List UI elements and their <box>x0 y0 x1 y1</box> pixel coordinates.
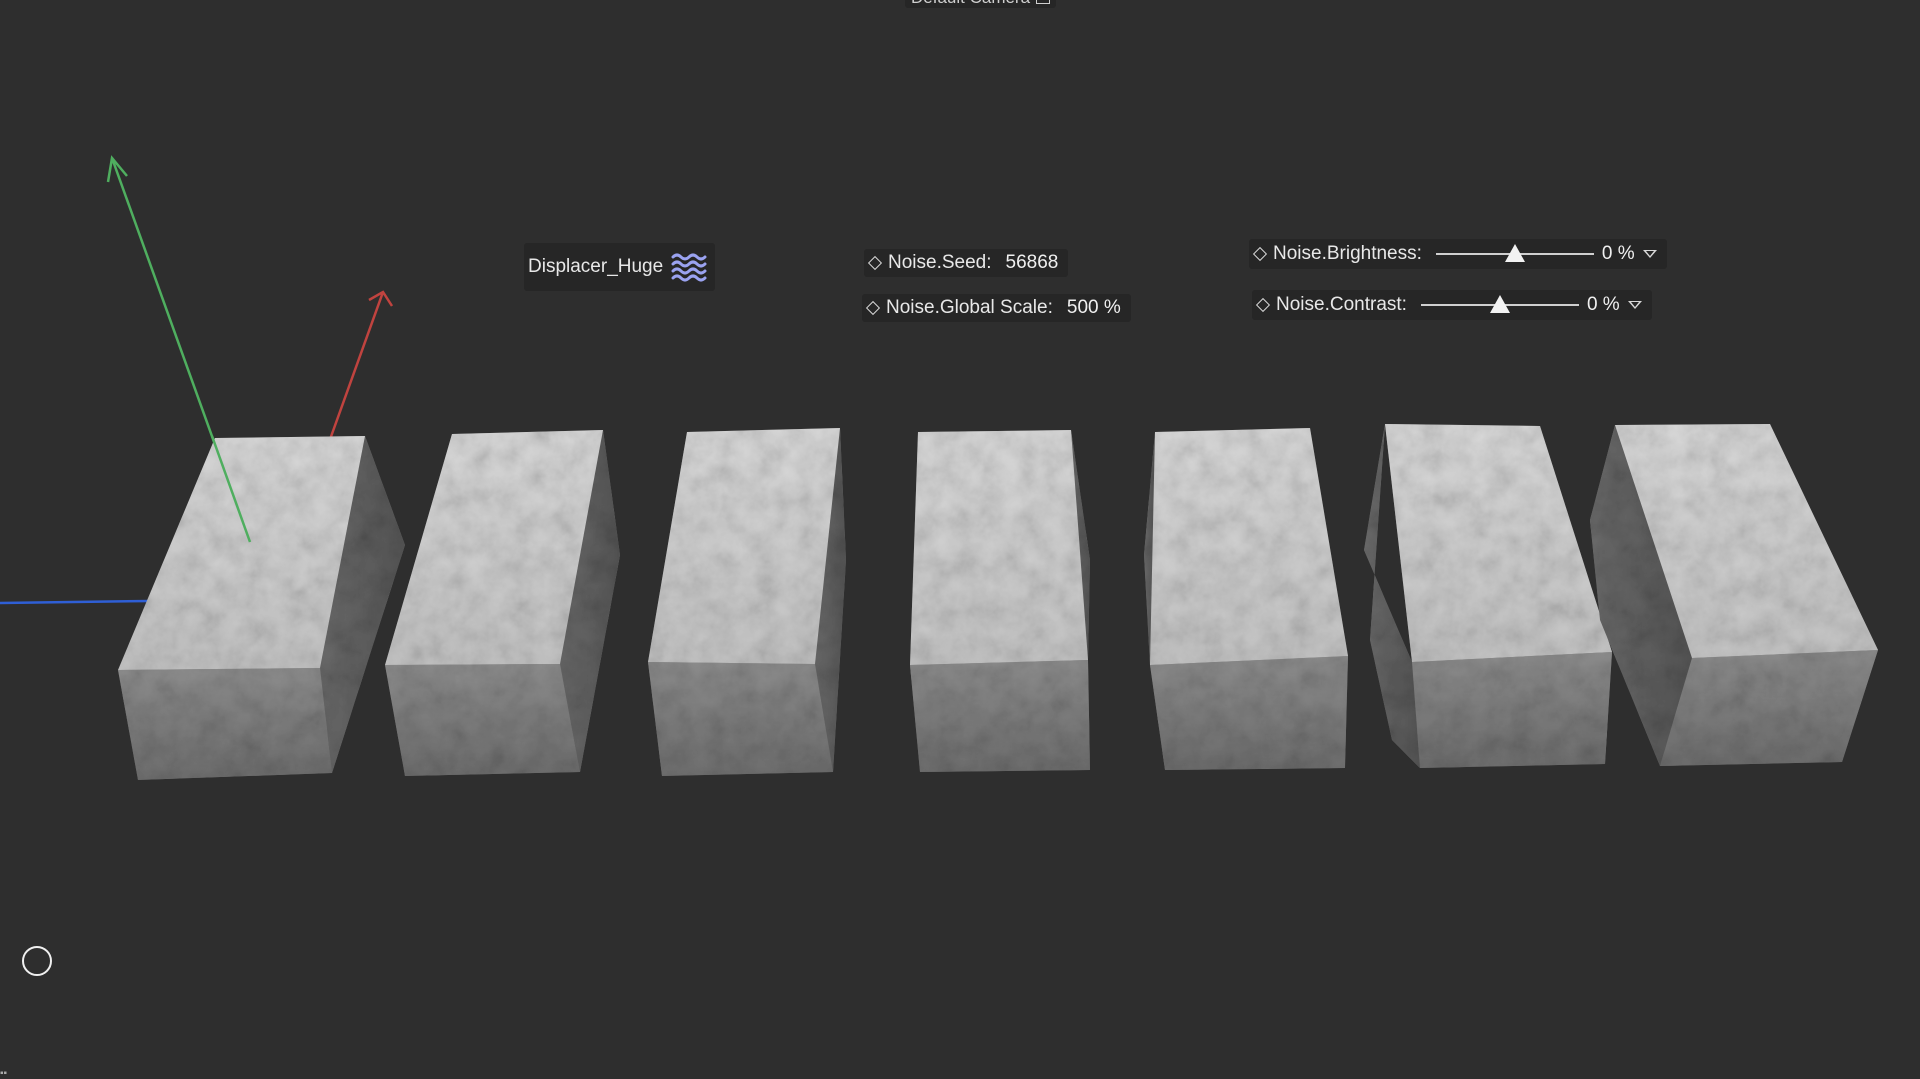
block-front-face <box>648 662 833 776</box>
block-top-face <box>910 430 1088 665</box>
block-front-face <box>1660 650 1878 766</box>
stone-block[interactable] <box>910 430 1090 772</box>
noise-contrast-value[interactable]: 0 % <box>1587 294 1620 316</box>
keyframe-diamond-icon[interactable] <box>865 300 881 316</box>
camera-label[interactable]: Default Camera <box>905 0 1057 8</box>
3d-viewport[interactable]: Default Camera Displacer_Huge Noise.Seed… <box>0 0 1920 1079</box>
corner-indicator: ▪▪ <box>0 1068 8 1079</box>
stone-block[interactable] <box>648 428 846 776</box>
keyframe-diamond-icon[interactable] <box>1255 297 1271 313</box>
noise-contrast-label: Noise.Contrast: <box>1276 294 1407 315</box>
block-top-face <box>1385 424 1612 662</box>
noise-brightness-slider[interactable] <box>1435 242 1594 266</box>
camera-icon <box>1036 0 1051 4</box>
block-top-face <box>648 428 840 664</box>
noise-global-scale-label: Noise.Global Scale: <box>886 297 1053 318</box>
noise-seed-field[interactable]: Noise.Seed: 56868 <box>864 249 1069 277</box>
noise-contrast-field[interactable]: Noise.Contrast: 0 % <box>1252 290 1652 320</box>
block-top-face <box>1150 428 1348 665</box>
slider-thumb[interactable] <box>1489 295 1510 313</box>
keyframe-diamond-icon[interactable] <box>1252 246 1268 262</box>
noise-brightness-label: Noise.Brightness: <box>1273 243 1422 264</box>
stone-block[interactable] <box>385 430 620 776</box>
stone-block[interactable] <box>1590 424 1878 766</box>
stone-block[interactable] <box>1144 428 1348 770</box>
noise-global-scale-field[interactable]: Noise.Global Scale: 500 % <box>862 294 1131 322</box>
displacer-waves-icon <box>671 253 707 282</box>
block-front-face <box>1412 652 1612 768</box>
scene-canvas[interactable] <box>0 0 1920 1076</box>
noise-contrast-slider[interactable] <box>1420 293 1579 317</box>
noise-global-scale-value[interactable]: 500 % <box>1067 297 1121 319</box>
z-axis-line <box>0 599 151 605</box>
deformer-name: Displacer_Huge <box>528 256 664 277</box>
block-front-face <box>385 664 580 776</box>
stone-block[interactable] <box>1364 424 1612 768</box>
keyframe-diamond-icon[interactable] <box>867 255 883 271</box>
camera-label-text: Default Camera <box>911 0 1030 8</box>
slider-thumb[interactable] <box>1504 244 1525 262</box>
navigation-circle-icon[interactable] <box>22 946 52 976</box>
noise-brightness-value[interactable]: 0 % <box>1602 243 1635 265</box>
x-axis-line <box>326 291 385 446</box>
block-front-face <box>1150 656 1348 770</box>
block-front-face <box>118 668 332 780</box>
chevron-down-icon[interactable] <box>1642 250 1657 258</box>
block-front-face <box>910 660 1090 772</box>
noise-brightness-field[interactable]: Noise.Brightness: 0 % <box>1249 239 1667 269</box>
chevron-down-icon[interactable] <box>1627 301 1642 309</box>
stone-block[interactable] <box>118 436 405 780</box>
noise-seed-value[interactable]: 56868 <box>1006 252 1059 274</box>
noise-seed-label: Noise.Seed: <box>888 252 992 273</box>
deformer-tag[interactable]: Displacer_Huge <box>524 243 716 291</box>
